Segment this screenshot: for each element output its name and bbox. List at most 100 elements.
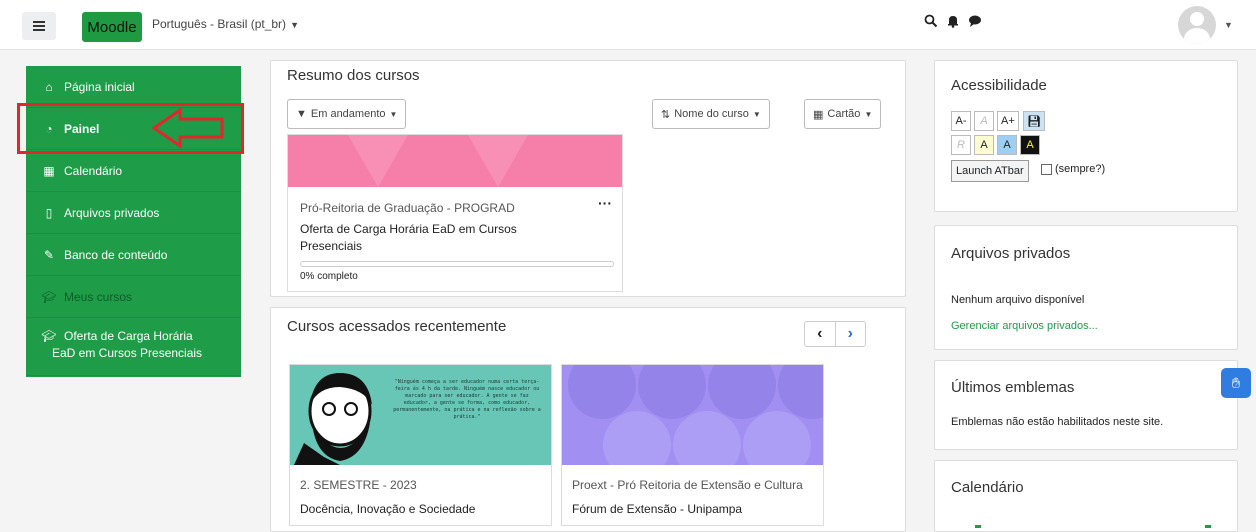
nav-private-files[interactable]: ▯ Arquivos privados xyxy=(26,192,241,234)
text-decrease-button[interactable]: A- xyxy=(951,111,971,131)
accessibility-title: Acessibilidade xyxy=(951,77,1047,94)
nav-calendar[interactable]: ▦ Calendário xyxy=(26,150,241,192)
nav-my-courses-label: Meus cursos xyxy=(64,289,133,304)
color-reset-button[interactable]: R xyxy=(951,135,971,155)
badges-text: Emblemas não estão habilitados neste sit… xyxy=(951,416,1164,428)
private-files-empty: Nenhum arquivo disponível xyxy=(951,294,1085,306)
graduation-cap-icon: 🎓︎ xyxy=(41,289,57,304)
file-icon: ▯ xyxy=(45,205,53,220)
course-name[interactable]: Oferta de Carga Horária EaD em Cursos Pre… xyxy=(300,221,517,255)
chevron-down-icon: ▼ xyxy=(290,20,299,30)
more-options-icon[interactable]: ··· xyxy=(598,195,612,211)
course-overview-block: Resumo dos cursos ▼ Em andamento ▼ ⇅ Nome d… xyxy=(270,60,906,297)
chevron-down-icon: ▼ xyxy=(389,109,398,119)
site-logo[interactable]: Moodle xyxy=(82,12,142,42)
chevron-left-icon: ‹ xyxy=(817,325,823,342)
nav-dashboard-label: Painel xyxy=(64,121,100,136)
recent-course-image[interactable] xyxy=(562,365,823,465)
nav-content-bank[interactable]: ✎ Banco de conteúdo xyxy=(26,234,241,276)
sort-icon: ⇅ xyxy=(661,108,671,121)
always-label: (sempre?) xyxy=(1055,163,1106,175)
badges-block: Últimos emblemas Emblemas não estão habi… xyxy=(934,360,1238,450)
bell-icon[interactable] xyxy=(946,14,960,28)
text-increase-button[interactable]: A+ xyxy=(997,111,1019,131)
always-checkbox[interactable] xyxy=(1041,164,1052,175)
view-dropdown[interactable]: ▦ Cartão ▼ xyxy=(804,99,882,129)
nav-course-label: Oferta de Carga Horária EaD em Cursos Pre… xyxy=(52,328,202,362)
recent-course-category: 2. SEMESTRE - 2023 xyxy=(300,478,417,492)
course-category: Pró-Reitoria de Graduação - PROGRAD xyxy=(300,201,515,215)
chevron-down-icon: ▼ xyxy=(864,109,873,119)
course-card[interactable]: Pró-Reitoria de Graduação - PROGRAD ··· … xyxy=(287,134,623,292)
language-label: Português - Brasil (pt_br) xyxy=(152,17,287,31)
course-progress-text: 0% completo xyxy=(300,271,358,282)
user-avatar[interactable] xyxy=(1178,6,1216,44)
manage-private-files-link[interactable]: Gerenciar arquivos privados... xyxy=(951,320,1098,332)
recent-courses-title: Cursos acessados recentemente xyxy=(287,318,507,335)
dashboard-icon: ◔ xyxy=(45,121,53,136)
recent-courses-block: Cursos acessados recentemente ‹ › "Ningu… xyxy=(270,307,906,532)
course-name-line2: Presenciais xyxy=(300,239,363,253)
recent-course-name[interactable]: Fórum de Extensão - Unipampa xyxy=(572,501,742,518)
portrait-illustration xyxy=(294,373,372,465)
launch-atbar-button[interactable]: Launch ATbar xyxy=(951,160,1029,182)
calendar-prev-arrow-icon[interactable] xyxy=(975,525,981,528)
nav-home[interactable]: ⌂ Página inicial xyxy=(26,66,241,108)
save-settings-icon[interactable]: 💾︎ xyxy=(1023,111,1045,131)
private-files-block: Arquivos privados Nenhum arquivo disponí… xyxy=(934,225,1238,350)
color-blue-button[interactable]: A xyxy=(997,135,1017,155)
sort-label: Nome do curso xyxy=(674,108,749,120)
course-name-line1: Oferta de Carga Horária EaD em Cursos xyxy=(300,222,517,236)
recent-pager: ‹ › xyxy=(804,321,866,347)
top-icons xyxy=(924,14,982,28)
color-yellow-button[interactable]: A xyxy=(974,135,994,155)
filter-icon: ▼ xyxy=(296,108,307,120)
sign-language-widget-icon[interactable]: ✋︎ xyxy=(1221,368,1251,398)
nav-course-label-line2: EaD em Cursos Presenciais xyxy=(52,346,203,360)
nav-course-label-line1: Oferta de Carga Horária xyxy=(64,329,193,343)
nav-home-label: Página inicial xyxy=(64,79,135,94)
recent-course-card[interactable]: Proext - Pró Reitoria de Extensão e Cult… xyxy=(561,364,824,526)
filter-dropdown[interactable]: ▼ Em andamento ▼ xyxy=(287,99,407,129)
next-page-button[interactable]: › xyxy=(836,322,866,346)
home-icon: ⌂ xyxy=(45,79,53,94)
text-reset-button[interactable]: A xyxy=(974,111,994,131)
chat-icon[interactable] xyxy=(968,14,982,28)
calendar-next-arrow-icon[interactable] xyxy=(1205,525,1211,528)
hamburger-icon xyxy=(33,21,45,31)
calendar-title: Calendário xyxy=(951,479,1024,496)
nav-course-item[interactable]: 🎓︎ Oferta de Carga Horária EaD em Cursos … xyxy=(26,318,241,376)
recent-course-name[interactable]: Docência, Inovação e Sociedade xyxy=(300,501,475,518)
filter-label: Em andamento xyxy=(310,108,386,120)
view-label: Cartão xyxy=(827,108,861,120)
chevron-right-icon: › xyxy=(847,325,853,342)
language-selector[interactable]: Português - Brasil (pt_br) ▼ xyxy=(152,17,299,31)
prev-page-button[interactable]: ‹ xyxy=(805,322,836,346)
color-high-contrast-button[interactable]: A xyxy=(1020,135,1040,155)
user-menu-chevron-icon[interactable]: ▼ xyxy=(1224,20,1233,30)
nav-calendar-label: Calendário xyxy=(64,163,123,178)
nav-content-bank-label: Banco de conteúdo xyxy=(64,247,168,262)
graduation-cap-icon: 🎓︎ xyxy=(41,329,57,343)
nav-private-files-label: Arquivos privados xyxy=(64,205,160,220)
accessibility-block: Acessibilidade A- A A+ 💾︎ R A A A Launch… xyxy=(934,60,1238,212)
sort-dropdown[interactable]: ⇅ Nome do curso ▼ xyxy=(652,99,770,129)
recent-course-card[interactable]: "Ninguém começa a ser educador numa cert… xyxy=(289,364,552,526)
search-icon[interactable] xyxy=(924,14,938,28)
course-pattern-graphic xyxy=(348,135,528,187)
calendar-icon: ▦ xyxy=(43,163,55,178)
annotation-arrow xyxy=(151,107,224,149)
menu-toggle-button[interactable] xyxy=(22,12,56,40)
quote-text: "Ninguém começa a ser educador numa cert… xyxy=(393,379,541,420)
course-pattern-graphic xyxy=(568,365,823,465)
course-overview-title: Resumo dos cursos xyxy=(287,67,420,84)
private-files-title: Arquivos privados xyxy=(951,245,1071,262)
recent-course-image[interactable]: "Ninguém começa a ser educador numa cert… xyxy=(290,365,551,465)
course-progress-bar xyxy=(300,261,614,267)
course-image[interactable] xyxy=(288,135,622,187)
recent-course-category: Proext - Pró Reitoria de Extensão e Cult… xyxy=(572,478,803,492)
nav-my-courses: 🎓︎ Meus cursos xyxy=(26,276,241,318)
calendar-block: Calendário xyxy=(934,460,1238,532)
top-navbar: Moodle Português - Brasil (pt_br) ▼ ▼ xyxy=(0,0,1256,50)
chevron-down-icon: ▼ xyxy=(752,109,761,119)
